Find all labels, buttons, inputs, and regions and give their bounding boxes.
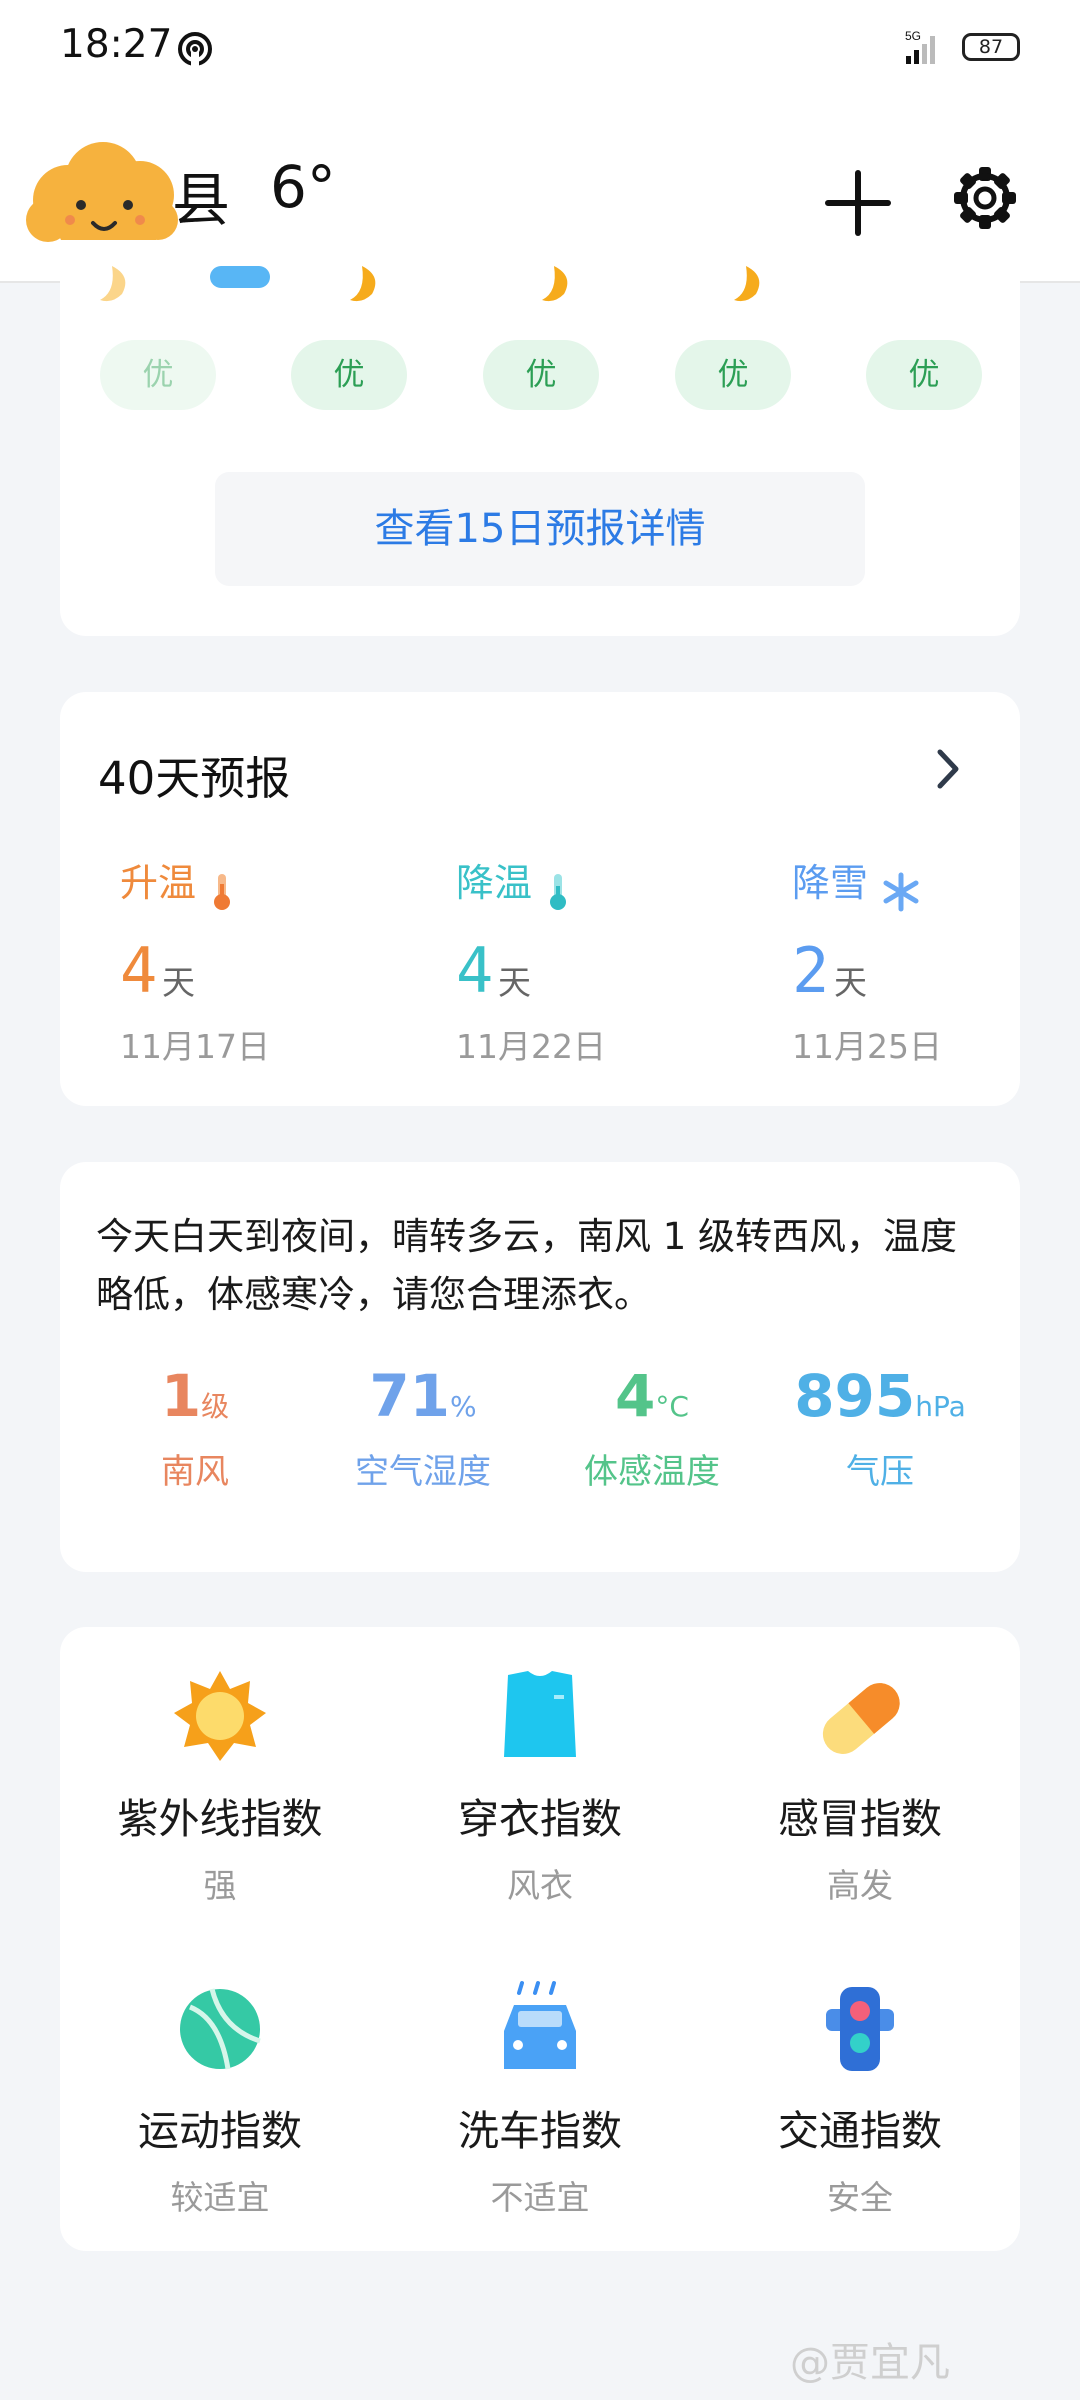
status-bar: 18:27 5G 87 bbox=[0, 0, 1080, 95]
index-name: 交通指数 bbox=[778, 2107, 942, 2155]
status-time: 18:27 bbox=[60, 22, 173, 67]
stat-label: 气压 bbox=[846, 1452, 914, 1492]
stat-feels-like: 4°C 体感温度 bbox=[542, 1362, 762, 1493]
moon-icon bbox=[100, 266, 126, 302]
index-name: 紫外线指数 bbox=[117, 1795, 323, 1843]
trend-warming: 升温 4 天 11月17日 bbox=[120, 852, 360, 1072]
current-temperature: 6° bbox=[270, 153, 336, 221]
index-name: 感冒指数 bbox=[778, 1795, 942, 1843]
thermometer-warm-icon bbox=[214, 873, 231, 910]
trend-label: 升温 bbox=[120, 861, 197, 905]
trend-snow: 降雪 2 天 11月25日 bbox=[792, 852, 1032, 1072]
index-value: 高发 bbox=[827, 1866, 893, 1905]
stat-unit: °C bbox=[655, 1390, 689, 1423]
stat-unit: 级 bbox=[201, 1390, 230, 1423]
thermometer-cool-icon bbox=[550, 873, 567, 910]
car-wash-index-item[interactable]: 洗车指数 不适宜 bbox=[390, 1979, 690, 2219]
index-value: 不适宜 bbox=[490, 2178, 590, 2217]
aqi-badge: 优 bbox=[291, 340, 407, 410]
settings-gear-icon[interactable] bbox=[950, 163, 1020, 233]
moon-icon bbox=[734, 266, 760, 302]
stat-value: 895 bbox=[794, 1362, 916, 1430]
trend-date: 11月25日 bbox=[792, 1027, 942, 1066]
sport-index-item[interactable]: 运动指数 较适宜 bbox=[70, 1979, 370, 2219]
moon-icon bbox=[542, 266, 568, 302]
trend-label: 降雪 bbox=[792, 861, 869, 905]
stat-value: 1 bbox=[160, 1362, 202, 1430]
trend-unit: 天 bbox=[834, 963, 867, 1002]
index-name: 洗车指数 bbox=[458, 2107, 622, 2155]
index-value: 较适宜 bbox=[170, 2178, 270, 2217]
chevron-right-icon[interactable] bbox=[928, 744, 968, 794]
stat-unit: hPa bbox=[915, 1390, 966, 1423]
watermark: @贾宜凡 bbox=[790, 2340, 950, 2386]
cold-index-item[interactable]: 感冒指数 高发 bbox=[710, 1667, 1010, 1907]
trend-unit: 天 bbox=[498, 963, 531, 1002]
trend-count: 2 bbox=[792, 934, 830, 1007]
uv-index-item[interactable]: 紫外线指数 强 bbox=[70, 1667, 370, 1907]
stat-pressure: 895hPa 气压 bbox=[770, 1362, 990, 1493]
index-name: 运动指数 bbox=[138, 2107, 302, 2155]
weather-summary-card: 今天白天到夜间，晴转多云，南风 1 级转西风，温度略低，体感寒冷，请您合理添衣。… bbox=[60, 1162, 1020, 1572]
battery-indicator: 87 bbox=[962, 33, 1020, 61]
stat-label: 南风 bbox=[161, 1452, 229, 1492]
hotspot-icon bbox=[178, 32, 212, 66]
life-indices-card: 紫外线指数 强 穿衣指数 风衣 感冒指数 高发 运动指数 较适宜 洗车指数 不适… bbox=[60, 1627, 1020, 2251]
index-value: 风衣 bbox=[507, 1866, 573, 1905]
weather-icons-row bbox=[60, 266, 1020, 316]
add-city-button[interactable] bbox=[820, 165, 896, 241]
forecast-40-card[interactable]: 40天预报 升温 4 天 11月17日 降温 4 天 11月22日 降雪 2 天… bbox=[60, 692, 1020, 1106]
sun-icon bbox=[174, 1671, 266, 1761]
aqi-badge: 优 bbox=[866, 340, 982, 410]
stat-wind: 1级 南风 bbox=[85, 1362, 305, 1493]
trend-cooling: 降温 4 天 11月22日 bbox=[456, 852, 696, 1072]
trend-date: 11月22日 bbox=[456, 1027, 606, 1066]
traffic-light-icon bbox=[826, 1987, 894, 2071]
dressing-index-item[interactable]: 穿衣指数 风衣 bbox=[390, 1667, 690, 1907]
index-name: 穿衣指数 bbox=[458, 1795, 622, 1843]
forecast-15-card: 优 优 优 优 优 查看15日预报详情 bbox=[60, 240, 1020, 636]
signal-icon: 5G bbox=[905, 29, 935, 64]
stat-label: 体感温度 bbox=[584, 1452, 720, 1492]
stat-value: 4 bbox=[615, 1362, 656, 1430]
trend-label: 降温 bbox=[456, 861, 533, 905]
forecast-40-title: 40天预报 bbox=[98, 752, 291, 805]
pill-icon bbox=[822, 1683, 900, 1754]
cloud-icon bbox=[210, 266, 270, 288]
weather-summary-text: 今天白天到夜间，晴转多云，南风 1 级转西风，温度略低，体感寒冷，请您合理添衣。 bbox=[96, 1215, 958, 1316]
stat-humidity: 71% 空气湿度 bbox=[313, 1362, 533, 1493]
view-15-day-details-button[interactable]: 查看15日预报详情 bbox=[215, 472, 865, 586]
aqi-badge: 优 bbox=[483, 340, 599, 410]
stat-label: 空气湿度 bbox=[355, 1452, 491, 1492]
snowflake-icon bbox=[883, 872, 919, 911]
index-value: 强 bbox=[203, 1866, 237, 1905]
aqi-badge: 优 bbox=[100, 340, 216, 410]
network-type: 5G bbox=[905, 29, 921, 43]
traffic-index-item[interactable]: 交通指数 安全 bbox=[710, 1979, 1010, 2219]
trend-date: 11月17日 bbox=[120, 1027, 270, 1066]
stat-value: 71 bbox=[369, 1362, 451, 1430]
trend-unit: 天 bbox=[162, 963, 195, 1002]
aqi-badge: 优 bbox=[675, 340, 791, 410]
trend-count: 4 bbox=[120, 934, 158, 1007]
stat-unit: % bbox=[450, 1390, 477, 1423]
car-icon bbox=[504, 1981, 576, 2069]
shirt-icon bbox=[504, 1671, 576, 1757]
ball-icon bbox=[180, 1988, 261, 2070]
index-value: 安全 bbox=[827, 2178, 893, 2217]
moon-icon bbox=[350, 266, 376, 302]
trend-count: 4 bbox=[456, 934, 494, 1007]
